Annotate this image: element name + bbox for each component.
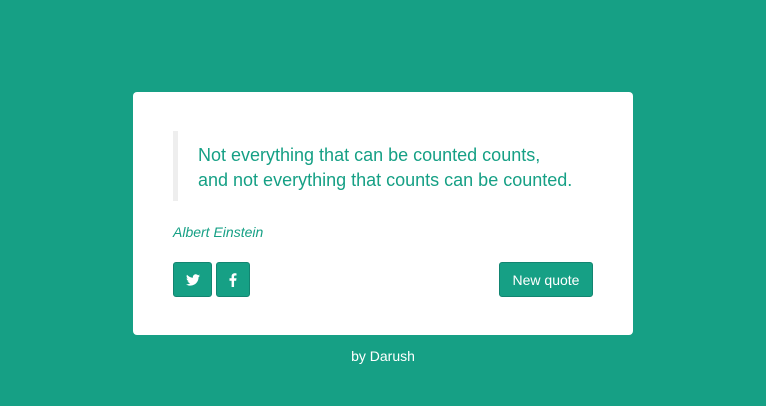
quote-author: Albert Einstein (173, 224, 264, 240)
tweet-quote-button[interactable] (173, 262, 212, 297)
quote-blockquote: Not everything that can be counted count… (173, 131, 573, 201)
footer-credit: by Darush (351, 348, 415, 364)
share-facebook-button[interactable] (216, 262, 250, 297)
quote-text: Not everything that can be counted count… (198, 145, 573, 190)
new-quote-button[interactable]: New quote (499, 262, 593, 297)
twitter-icon (185, 273, 200, 286)
facebook-icon (229, 272, 237, 287)
quote-card: Not everything that can be counted count… (133, 92, 633, 335)
